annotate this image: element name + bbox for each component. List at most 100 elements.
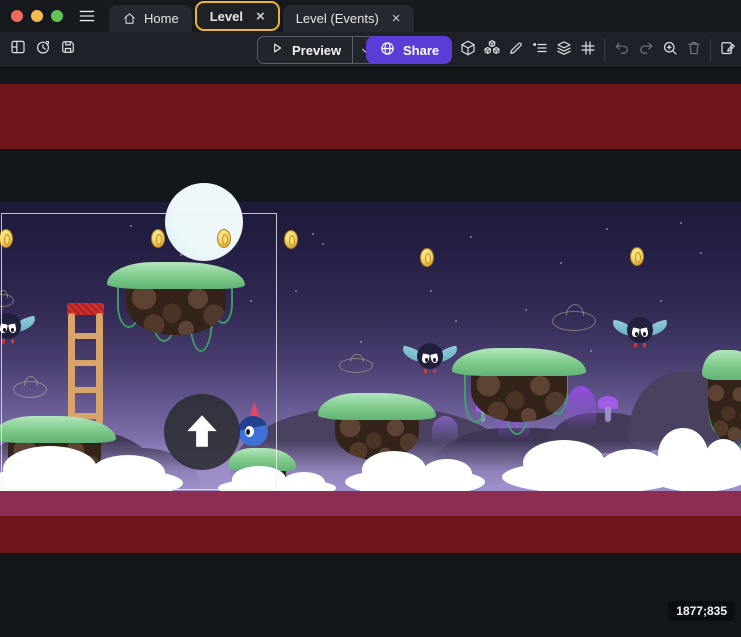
scene-editor-canvas[interactable]: 1877;835 xyxy=(0,68,741,637)
scene-properties-button[interactable] xyxy=(716,37,739,63)
share-button[interactable]: Share xyxy=(366,36,452,64)
title-bar: Home Level × Level (Events) × xyxy=(0,0,741,32)
hamburger-menu-button[interactable] xyxy=(77,6,97,26)
bat-claw xyxy=(634,343,637,348)
tab-home[interactable]: Home xyxy=(109,5,192,32)
toolbar-divider xyxy=(604,39,605,61)
save-icon xyxy=(59,38,77,61)
platform-grass xyxy=(702,350,741,380)
cursor-coordinates-badge: 1877;835 xyxy=(668,601,735,621)
star xyxy=(295,290,297,292)
bat-claw xyxy=(643,343,646,348)
redo-button[interactable] xyxy=(634,37,657,63)
gdevelop-window: HomeLevel×Level (Events)× Preview Share … xyxy=(0,0,741,637)
ufo-decoration xyxy=(339,358,373,373)
home-icon xyxy=(122,11,137,26)
zoom-in-icon xyxy=(661,39,679,62)
toolbar: Preview Share xyxy=(0,32,741,68)
ground-band[interactable] xyxy=(0,491,741,516)
instances-list-button[interactable] xyxy=(528,37,551,63)
redo-icon xyxy=(637,39,655,62)
bat-pupil xyxy=(433,358,436,362)
star xyxy=(470,236,472,238)
bat-pupil xyxy=(425,358,428,362)
zoom-in-button[interactable] xyxy=(658,37,681,63)
tab-label: Level xyxy=(210,9,243,24)
tab-level[interactable]: Level × xyxy=(195,1,280,31)
delete-button[interactable] xyxy=(682,37,705,63)
coin[interactable] xyxy=(284,230,298,249)
toolbar-right-group xyxy=(456,37,739,63)
object-groups-button[interactable] xyxy=(480,37,503,63)
red-lava-band-bottom[interactable] xyxy=(0,516,741,553)
platform-dirt xyxy=(708,374,741,442)
coin[interactable] xyxy=(420,248,434,267)
object-groups-icon xyxy=(483,39,501,62)
window-controls xyxy=(0,10,63,22)
star xyxy=(430,290,432,292)
tab-level-events[interactable]: Level (Events) × xyxy=(283,5,414,32)
history-icon xyxy=(34,38,52,61)
layers-button[interactable] xyxy=(552,37,575,63)
toggle-panels-button[interactable] xyxy=(6,37,29,63)
instances-list-icon xyxy=(531,39,549,62)
floating-platform[interactable] xyxy=(318,393,436,460)
minimize-window-button[interactable] xyxy=(31,10,43,22)
star xyxy=(560,262,562,264)
preview-button[interactable]: Preview xyxy=(258,40,352,61)
star xyxy=(700,252,702,254)
undo-icon xyxy=(613,39,631,62)
preview-label: Preview xyxy=(292,43,341,58)
mushroom-stem xyxy=(605,406,611,422)
undo-button[interactable] xyxy=(610,37,633,63)
star xyxy=(680,222,682,224)
tab-label: Home xyxy=(144,11,179,26)
objects-panel-icon xyxy=(459,39,477,62)
maximize-window-button[interactable] xyxy=(51,10,63,22)
toolbar-divider xyxy=(710,39,711,61)
edit-pencil-button[interactable] xyxy=(504,37,527,63)
close-tab-icon[interactable]: × xyxy=(256,9,265,24)
bat-pupil xyxy=(635,332,638,336)
bat-claw xyxy=(424,369,427,374)
star xyxy=(455,320,457,322)
coin[interactable] xyxy=(630,247,644,266)
tab-bar: Home Level × Level (Events) × xyxy=(109,0,414,32)
globe-icon xyxy=(379,40,396,60)
ufo-decoration xyxy=(552,311,596,331)
layers-icon xyxy=(555,39,573,62)
bat-enemy[interactable] xyxy=(612,315,668,349)
play-icon xyxy=(269,40,285,61)
toggle-panels-icon xyxy=(9,38,27,61)
star xyxy=(322,243,324,245)
history-button[interactable] xyxy=(31,37,54,63)
bat-enemy[interactable] xyxy=(402,341,458,375)
grid-button[interactable] xyxy=(576,37,599,63)
star xyxy=(590,350,592,352)
platform-grass xyxy=(452,348,586,376)
red-lava-band-top[interactable] xyxy=(0,84,741,149)
bat-pupil xyxy=(643,332,646,336)
coin-slit xyxy=(635,252,641,263)
save-button[interactable] xyxy=(56,37,79,63)
scene-properties-icon xyxy=(719,39,737,62)
delete-icon xyxy=(685,39,703,62)
floating-platform[interactable] xyxy=(702,350,741,442)
platform-grass xyxy=(318,393,436,420)
close-tab-icon[interactable]: × xyxy=(392,11,401,26)
coin-slit xyxy=(425,253,431,264)
toolbar-left-group xyxy=(6,37,79,63)
star xyxy=(525,309,527,311)
close-window-button[interactable] xyxy=(11,10,23,22)
objects-panel-button[interactable] xyxy=(456,37,479,63)
coin-slit xyxy=(289,235,295,246)
grid-icon xyxy=(579,39,597,62)
edit-pencil-icon xyxy=(507,39,525,62)
share-label: Share xyxy=(403,43,439,58)
preview-split-button: Preview xyxy=(257,36,378,64)
tab-label: Level (Events) xyxy=(296,11,379,26)
star xyxy=(660,300,662,302)
star xyxy=(606,228,608,230)
floating-platform[interactable] xyxy=(452,348,586,422)
star xyxy=(312,233,314,235)
